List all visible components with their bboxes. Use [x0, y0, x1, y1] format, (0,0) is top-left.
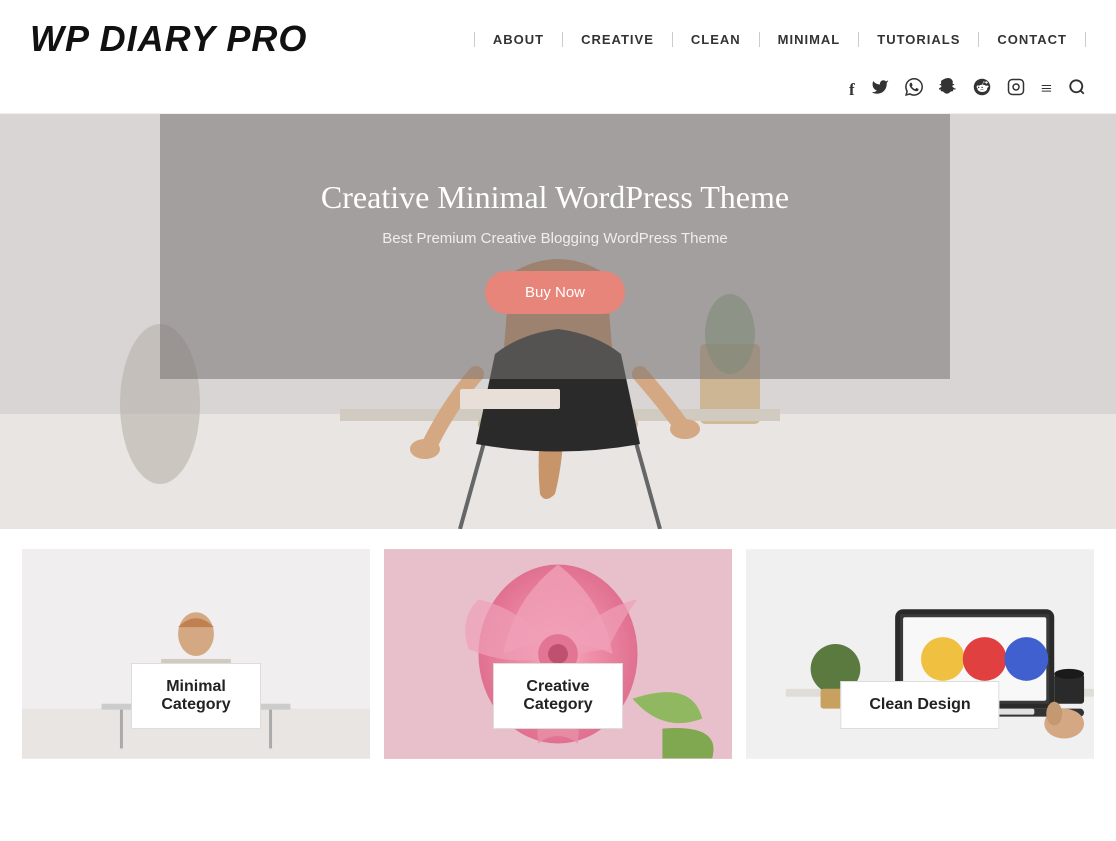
- hero-section: Creative Minimal WordPress Theme Best Pr…: [0, 114, 1116, 529]
- card-creative-label[interactable]: Creative Category: [493, 663, 623, 729]
- nav-about[interactable]: ABOUT: [474, 32, 563, 47]
- instagram-icon[interactable]: [1007, 78, 1025, 101]
- social-bar: f ≡: [30, 70, 1086, 113]
- nav-clean[interactable]: CLEAN: [673, 32, 760, 47]
- card-creative-label-line2: Category: [523, 696, 592, 713]
- card-clean-label[interactable]: Clean Design: [840, 681, 999, 729]
- nav-contact[interactable]: CONTACT: [979, 32, 1086, 47]
- card-clean[interactable]: Clean Design: [746, 549, 1094, 759]
- search-icon[interactable]: [1068, 78, 1086, 101]
- menu-icon[interactable]: ≡: [1041, 78, 1052, 101]
- hero-overlay: Creative Minimal WordPress Theme Best Pr…: [160, 114, 950, 379]
- nav-creative[interactable]: CREATIVE: [563, 32, 673, 47]
- card-minimal[interactable]: Minimal Category: [22, 549, 370, 759]
- buy-now-button[interactable]: Buy Now: [485, 271, 625, 314]
- site-header: WP DIARY PRO ABOUT CREATIVE CLEAN MINIMA…: [0, 0, 1116, 114]
- twitter-icon[interactable]: [871, 78, 889, 101]
- card-minimal-label-line1: Minimal: [166, 678, 226, 695]
- card-clean-label-line1: Clean Design: [869, 696, 970, 713]
- site-title[interactable]: WP DIARY PRO: [30, 18, 307, 60]
- nav-tutorials[interactable]: TUTORIALS: [859, 32, 979, 47]
- facebook-icon[interactable]: f: [849, 80, 855, 100]
- hero-title: Creative Minimal WordPress Theme: [321, 179, 789, 216]
- whatsapp-icon[interactable]: [905, 78, 923, 101]
- hero-subtitle: Best Premium Creative Blogging WordPress…: [382, 230, 727, 247]
- header-top: WP DIARY PRO ABOUT CREATIVE CLEAN MINIMA…: [30, 0, 1086, 70]
- snapchat-icon[interactable]: [939, 78, 957, 101]
- card-minimal-label[interactable]: Minimal Category: [131, 663, 261, 729]
- nav-minimal[interactable]: MINIMAL: [760, 32, 860, 47]
- card-minimal-label-line2: Category: [161, 696, 230, 713]
- reddit-icon[interactable]: [973, 78, 991, 101]
- cards-section: Minimal Category: [0, 529, 1116, 759]
- card-creative[interactable]: Creative Category: [384, 549, 732, 759]
- card-creative-label-line1: Creative: [526, 678, 589, 695]
- main-nav: ABOUT CREATIVE CLEAN MINIMAL TUTORIALS C…: [474, 32, 1086, 47]
